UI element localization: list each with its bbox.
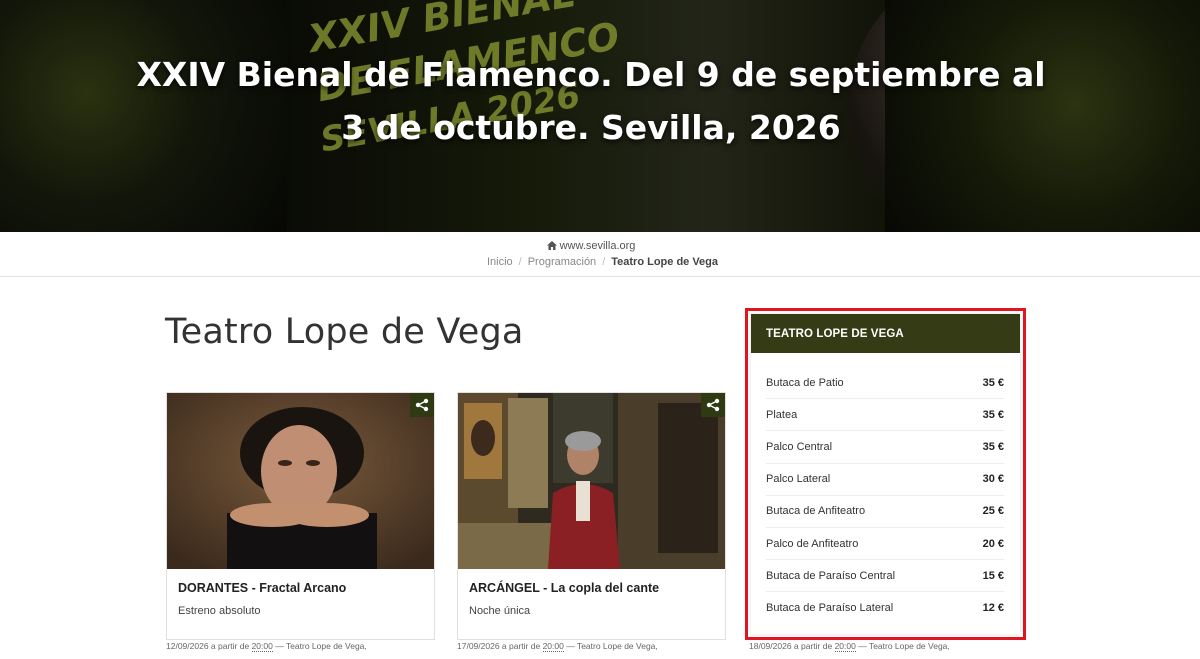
price-table: TEATRO LOPE DE VEGA Butaca de Patio 35 € … [751, 314, 1020, 634]
hero-title-line-2: 3 de octubre. Sevilla, 2026 [341, 108, 841, 147]
seat-type: Butaca de Paraíso Central [766, 569, 896, 582]
price-row: Butaca de Paraíso Central 15 € [766, 560, 1004, 593]
page-title: Teatro Lope de Vega [165, 312, 524, 352]
seat-type: Palco de Anfiteatro [766, 537, 859, 550]
event-meta: 18/09/2026 a partir de 20:00 — Teatro Lo… [749, 641, 950, 652]
event-meta-prefix: a partir de [210, 641, 250, 651]
event-card-dorantes[interactable]: DORANTES - Fractal Arcano Estreno absolu… [166, 392, 435, 640]
event-subtitle: Estreno absoluto [178, 605, 261, 617]
event-subtitle: Noche única [469, 605, 531, 617]
event-time: 20:00 [834, 641, 856, 652]
event-photo-dorantes [167, 393, 434, 569]
price-row: Palco Lateral 30 € [766, 464, 1004, 496]
event-time: 20:00 [251, 641, 273, 652]
breadcrumb: Inicio / Programación / Teatro Lope de Vega [0, 256, 1200, 268]
hero-title: XXIV Bienal de Flamenco. Del 9 de septie… [0, 48, 1182, 154]
event-photo-arcangel [458, 393, 725, 569]
seat-price: 30 € [982, 473, 1004, 486]
seat-price: 35 € [982, 440, 1004, 453]
price-row: Platea 35 € [766, 399, 1004, 432]
event-card-arcangel[interactable]: ARCÁNGEL - La copla del cante Noche únic… [457, 392, 726, 640]
breadcrumb-separator: / [602, 256, 606, 268]
event-image[interactable] [458, 393, 725, 569]
seat-price: 35 € [982, 408, 1004, 421]
seat-type: Butaca de Patio [766, 376, 844, 389]
seat-type: Palco Lateral [766, 473, 831, 486]
event-title[interactable]: ARCÁNGEL - La copla del cante [469, 581, 659, 595]
seat-type: Palco Central [766, 440, 833, 453]
hero-title-line-1: XXIV Bienal de Flamenco. Del 9 de septie… [136, 55, 1046, 94]
price-row: Palco de Anfiteatro 20 € [766, 528, 1004, 561]
seat-price: 35 € [982, 376, 1004, 389]
price-row: Butaca de Patio 35 € [766, 367, 1004, 400]
event-meta: 12/09/2026 a partir de 20:00 — Teatro Lo… [166, 641, 367, 652]
seat-type: Butaca de Paraíso Lateral [766, 602, 894, 615]
site-link[interactable]: www.sevilla.org [0, 240, 1182, 252]
hero-banner: XXIV BIENAL DE FLAMENCO SEVILLA 2026 XXI… [0, 0, 1200, 232]
price-row: Palco Central 35 € [766, 431, 1004, 464]
event-title[interactable]: DORANTES - Fractal Arcano [178, 581, 346, 595]
event-date: 17/09/2026 [457, 641, 500, 651]
event-venue: — Teatro Lope de Vega, [858, 641, 950, 651]
breadcrumb-item-inicio[interactable]: Inicio [487, 256, 513, 268]
breadcrumb-separator: / [518, 256, 522, 268]
seat-type: Platea [766, 408, 798, 421]
event-date: 18/09/2026 [749, 641, 792, 651]
seat-price: 25 € [982, 505, 1004, 518]
seat-type: Butaca de Anfiteatro [766, 505, 866, 518]
price-row: Butaca de Anfiteatro 25 € [766, 496, 1004, 528]
event-time: 20:00 [542, 641, 564, 652]
share-button[interactable] [701, 393, 725, 417]
event-venue: — Teatro Lope de Vega, [566, 641, 658, 651]
seat-price: 15 € [982, 569, 1004, 582]
price-panel-highlight: TEATRO LOPE DE VEGA Butaca de Patio 35 € … [745, 308, 1026, 640]
breadcrumb-bar: www.sevilla.org Inicio / Programación / Teat… [0, 232, 1200, 277]
breadcrumb-current: Teatro Lope de Vega [611, 256, 719, 268]
share-icon [415, 398, 429, 412]
share-button[interactable] [410, 393, 434, 417]
event-meta-prefix: a partir de [501, 641, 541, 651]
share-icon [706, 398, 720, 412]
event-image[interactable] [167, 393, 434, 569]
seat-price: 12 € [982, 602, 1004, 615]
event-venue: — Teatro Lope de Vega, [275, 641, 367, 651]
site-link-label: www.sevilla.org [559, 240, 636, 252]
event-date: 12/09/2026 [166, 641, 209, 651]
breadcrumb-item-programacion[interactable]: Programación [528, 256, 596, 268]
price-list: Butaca de Patio 35 € Platea 35 € Palco Cen… [766, 367, 1004, 625]
price-table-header: TEATRO LOPE DE VEGA [751, 314, 1020, 353]
seat-price: 20 € [982, 537, 1004, 550]
price-row: Butaca de Paraíso Lateral 12 € [766, 592, 1004, 624]
home-icon [546, 241, 557, 250]
event-meta-prefix: a partir de [793, 641, 833, 651]
event-meta: 17/09/2026 a partir de 20:00 — Teatro Lo… [457, 641, 658, 652]
